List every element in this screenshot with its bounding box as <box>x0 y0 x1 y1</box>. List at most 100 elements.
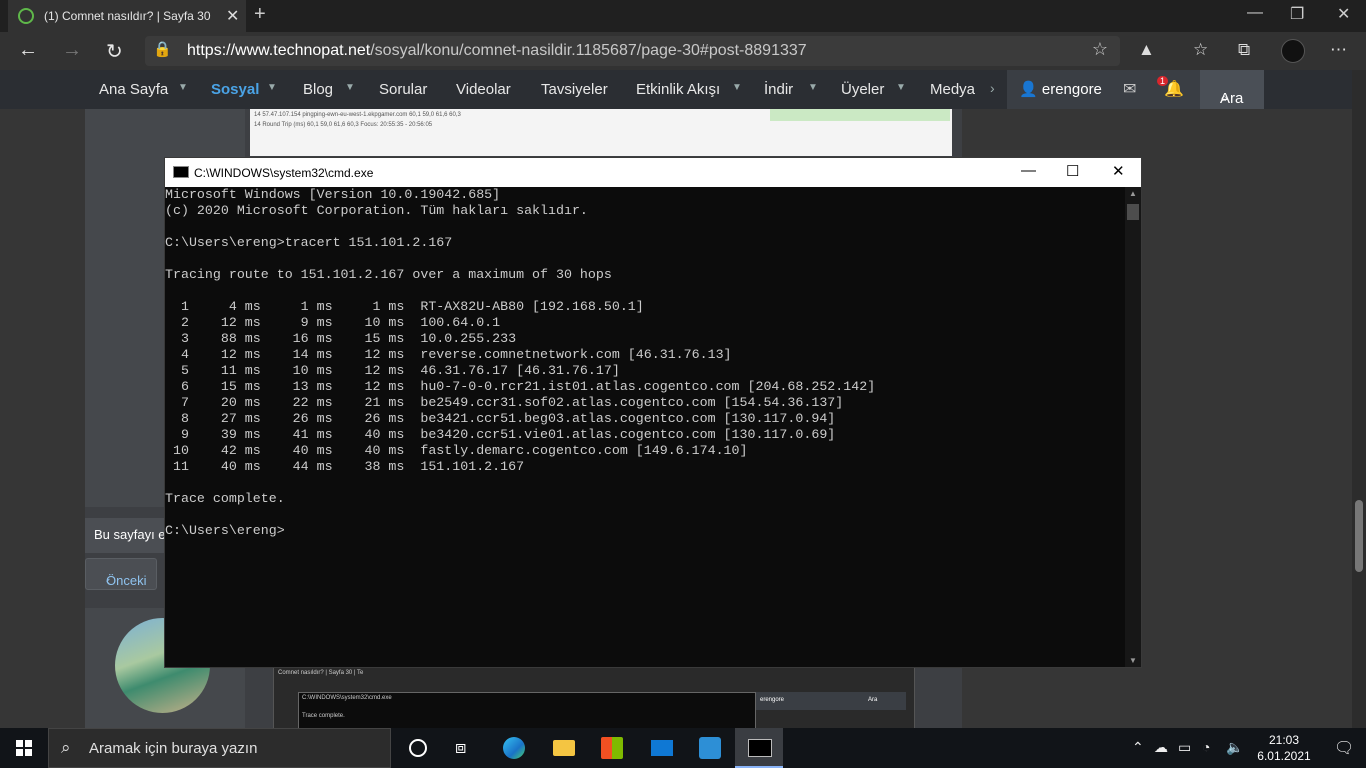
nav-item-social[interactable]: Sosyal <box>211 81 259 98</box>
search-label: Ara <box>1220 90 1244 107</box>
embed-row: 14 57.47.107.154 pingping-ewn-eu-west-1.… <box>254 112 461 118</box>
url-text: https://www.technopat.net/sosyal/konu/co… <box>187 42 807 59</box>
taskbar-cmd[interactable] <box>735 728 783 768</box>
thumb-username: erengore <box>760 697 785 703</box>
minimize-icon[interactable]: — <box>1021 162 1036 179</box>
nav-item-members[interactable]: Üyeler <box>841 81 884 98</box>
nav-item-activity[interactable]: Etkinlik Akışı <box>636 81 720 98</box>
taskbar-mail[interactable] <box>638 728 686 768</box>
start-button[interactable] <box>0 728 48 768</box>
taskbar-file-explorer[interactable] <box>540 728 588 768</box>
cmd-scrollbar[interactable]: ▲ ▼ <box>1125 187 1141 667</box>
cmd-output: Microsoft Windows [Version 10.0.19042.68… <box>165 187 876 538</box>
chevron-down-icon[interactable]: ▼ <box>732 82 742 93</box>
cmd-title: C:\WINDOWS\system32\cmd.exe <box>194 166 374 180</box>
nav-item-download[interactable]: İndir <box>764 81 793 98</box>
task-view-icon: ⧈ <box>455 737 467 757</box>
taskbar-edge[interactable] <box>490 728 538 768</box>
minimize-icon[interactable]: — <box>1247 4 1263 22</box>
taskbar-app[interactable] <box>686 728 734 768</box>
page-scrollbar[interactable] <box>1352 70 1366 728</box>
extension-icon[interactable]: ▲ <box>1138 40 1155 60</box>
thumb-cmd-window: C:\WINDOWS\system32\cmd.exe Trace comple… <box>298 692 756 731</box>
cmd-title-bar[interactable]: C:\WINDOWS\system32\cmd.exe — ☐ ✕ <box>165 158 1141 187</box>
thumb-tab-title: Comnet nasıldır? | Sayfa 30 | Te <box>278 670 364 676</box>
wifi-icon[interactable]: ◔ <box>1202 739 1210 755</box>
close-tab-icon[interactable]: ✕ <box>226 6 239 26</box>
mail-icon <box>651 740 673 756</box>
favorites-icon[interactable]: ☆ <box>1193 40 1208 60</box>
cmd-icon <box>748 739 772 757</box>
chevron-down-icon[interactable]: ▼ <box>896 82 906 93</box>
page-scrollbar-thumb[interactable] <box>1355 500 1363 572</box>
scroll-up-icon[interactable]: ▲ <box>1129 189 1137 198</box>
nav-item-recommendations[interactable]: Tavsiyeler <box>541 81 608 98</box>
username: erengore <box>1041 81 1102 98</box>
cmd-icon <box>173 166 189 178</box>
reload-icon[interactable]: ↻ <box>106 39 123 64</box>
page-note-text: Bu sayfayı en <box>94 527 173 542</box>
close-window-icon[interactable]: ✕ <box>1337 4 1350 24</box>
onedrive-icon[interactable]: ☁ <box>1154 739 1168 756</box>
battery-icon[interactable]: ▭ <box>1178 739 1191 756</box>
search-button[interactable]: ⌕ Ara <box>1200 70 1264 109</box>
bell-icon[interactable]: 🔔 <box>1164 79 1184 99</box>
nav-item-home[interactable]: Ana Sayfa <box>99 81 168 98</box>
cortana-button[interactable] <box>392 728 440 768</box>
browser-tab[interactable]: (1) Comnet nasıldır? | Sayfa 30 | Techno… <box>8 0 246 32</box>
thumb-search: Ara <box>868 697 878 703</box>
browser-tab-bar: (1) Comnet nasıldır? | Sayfa 30 | Techno… <box>0 0 1366 32</box>
cmd-scrollbar-thumb[interactable] <box>1127 204 1139 220</box>
volume-icon[interactable]: 🔈 <box>1226 739 1243 756</box>
scroll-down-icon[interactable]: ▼ <box>1129 656 1137 665</box>
clock-time: 21:03 <box>1268 733 1300 747</box>
taskbar-search[interactable]: ⌕ Aramak için buraya yazın <box>48 728 391 768</box>
mail-icon[interactable]: ✉ <box>1123 79 1136 99</box>
notification-center-icon[interactable]: 🗨 <box>1334 738 1354 758</box>
attached-screenshot-thumbnail[interactable]: Comnet nasıldır? | Sayfa 30 | Te C:\WIND… <box>273 667 915 731</box>
back-arrow-icon[interactable]: ← <box>18 39 38 62</box>
previous-label: Önceki <box>106 573 147 588</box>
chevron-up-icon[interactable]: ⌃ <box>1132 739 1144 756</box>
url-field[interactable]: 🔒 https://www.technopat.net/sosyal/konu/… <box>145 36 1120 66</box>
folder-icon <box>553 740 575 756</box>
app-icon <box>699 737 721 759</box>
chevron-down-icon[interactable]: ▼ <box>178 82 188 93</box>
new-tab-icon[interactable]: + <box>254 3 266 26</box>
close-icon[interactable]: ✕ <box>1112 162 1125 180</box>
thumb-user-area: erengore Ara <box>756 692 906 710</box>
clock[interactable]: 21:03 6.01.2021 <box>1252 732 1316 764</box>
taskbar-search-placeholder: Aramak için buraya yazın <box>89 740 258 757</box>
taskbar-store[interactable] <box>588 728 636 768</box>
nav-item-media[interactable]: Medya <box>930 81 975 98</box>
forward-arrow-icon[interactable]: → <box>62 39 82 62</box>
task-view-button[interactable]: ⧈ <box>440 728 488 768</box>
user-nav-area: 👤 erengore ✉ 1 🔔 ⌕ Ara <box>1007 70 1264 109</box>
more-menu-icon[interactable]: ⋯ <box>1330 40 1347 60</box>
nav-item-videos[interactable]: Videolar <box>456 81 511 98</box>
chevron-down-icon[interactable]: ▼ <box>808 82 818 93</box>
chevron-down-icon[interactable]: ▼ <box>345 82 355 93</box>
profile-avatar-icon[interactable] <box>1281 39 1305 63</box>
taskbar: ⌕ Aramak için buraya yazın ⧈ ⌃ ☁ ▭ ◔ 🔈 2… <box>0 728 1366 768</box>
address-bar-row: ← → ↻ 🔒 https://www.technopat.net/sosyal… <box>0 32 1366 70</box>
chevron-down-icon[interactable]: ▼ <box>267 82 277 93</box>
nav-item-blog[interactable]: Blog <box>303 81 333 98</box>
star-icon[interactable]: ☆ <box>1092 39 1108 60</box>
thumb-cmd-title: C:\WINDOWS\system32\cmd.exe <box>302 695 392 701</box>
nav-item-questions[interactable]: Sorular <box>379 81 427 98</box>
previous-page-button[interactable]: ‹ Önceki <box>85 558 157 590</box>
tab-title: (1) Comnet nasıldır? | Sayfa 30 | Techno… <box>44 9 214 23</box>
restore-icon[interactable]: ❐ <box>1290 4 1304 24</box>
embedded-screenshot: 14 57.47.107.154 pingping-ewn-eu-west-1.… <box>250 109 952 156</box>
site-favicon-icon <box>18 8 34 24</box>
maximize-icon[interactable]: ☐ <box>1066 162 1079 180</box>
system-tray: ⌃ ☁ ▭ ◔ 🔈 21:03 6.01.2021 🗨 <box>1128 728 1366 768</box>
user-menu[interactable]: 👤 erengore <box>1019 80 1102 98</box>
chevron-right-icon[interactable]: › <box>990 80 995 96</box>
windows-logo-icon <box>16 740 32 756</box>
cmd-window[interactable]: C:\WINDOWS\system32\cmd.exe — ☐ ✕ Micros… <box>164 157 1142 668</box>
collections-icon[interactable]: ⧉ <box>1238 40 1250 60</box>
cmd-console[interactable]: Microsoft Windows [Version 10.0.19042.68… <box>165 187 1125 667</box>
clock-date: 6.01.2021 <box>1257 749 1311 763</box>
